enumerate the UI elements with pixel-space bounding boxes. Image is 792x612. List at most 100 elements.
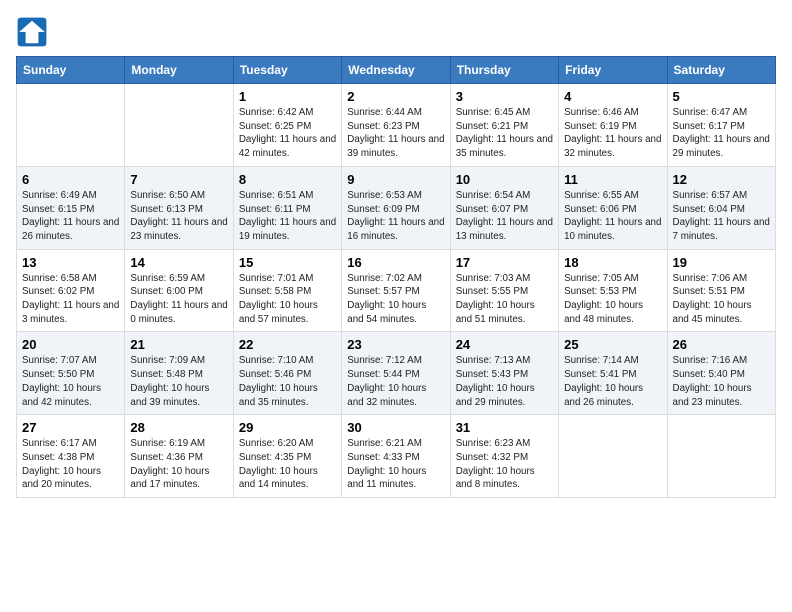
day-info: Sunrise: 6:50 AM Sunset: 6:13 PM Dayligh… <box>130 189 227 244</box>
day-number: 29 <box>239 420 336 435</box>
day-info: Sunrise: 7:09 AM Sunset: 5:48 PM Dayligh… <box>130 354 227 409</box>
day-number: 15 <box>239 255 336 270</box>
day-number: 17 <box>456 255 553 270</box>
weekday-header: Wednesday <box>342 57 450 84</box>
calendar-cell: 21 Sunrise: 7:09 AM Sunset: 5:48 PM Dayli… <box>125 332 233 415</box>
calendar-cell: 12 Sunrise: 6:57 AM Sunset: 6:04 PM Dayli… <box>667 166 775 249</box>
day-number: 16 <box>347 255 444 270</box>
day-number: 2 <box>347 89 444 104</box>
calendar-cell: 15 Sunrise: 7:01 AM Sunset: 5:58 PM Dayli… <box>233 249 341 332</box>
day-number: 24 <box>456 337 553 352</box>
day-number: 23 <box>347 337 444 352</box>
calendar-cell: 18 Sunrise: 7:05 AM Sunset: 5:53 PM Dayli… <box>559 249 667 332</box>
day-number: 10 <box>456 172 553 187</box>
calendar-week-row: 13 Sunrise: 6:58 AM Sunset: 6:02 PM Dayli… <box>17 249 776 332</box>
calendar-cell <box>125 84 233 167</box>
calendar-cell: 4Sunrise: 6:46 AM Sunset: 6:19 PM Daylig… <box>559 84 667 167</box>
day-info: Sunrise: 6:54 AM Sunset: 6:07 PM Dayligh… <box>456 189 553 244</box>
calendar-cell: 1 Sunrise: 6:42 AM Sunset: 6:25 PM Daylig… <box>233 84 341 167</box>
day-number: 4 <box>564 89 661 104</box>
calendar-cell: 11 Sunrise: 6:55 AM Sunset: 6:06 PM Dayli… <box>559 166 667 249</box>
day-info: Sunrise: 7:01 AM Sunset: 5:58 PM Dayligh… <box>239 272 336 327</box>
calendar-header-row: SundayMondayTuesdayWednesdayThursdayFrid… <box>17 57 776 84</box>
weekday-header: Monday <box>125 57 233 84</box>
day-number: 30 <box>347 420 444 435</box>
calendar-cell: 8 Sunrise: 6:51 AM Sunset: 6:11 PM Daylig… <box>233 166 341 249</box>
calendar-week-row: 6 Sunrise: 6:49 AM Sunset: 6:15 PM Daylig… <box>17 166 776 249</box>
calendar-week-row: 27 Sunrise: 6:17 AM Sunset: 4:38 PM Dayli… <box>17 415 776 498</box>
day-info: Sunrise: 6:42 AM Sunset: 6:25 PM Dayligh… <box>239 106 336 161</box>
day-info: Sunrise: 6:45 AM Sunset: 6:21 PM Dayligh… <box>456 106 553 161</box>
day-info: Sunrise: 6:19 AM Sunset: 4:36 PM Dayligh… <box>130 437 227 492</box>
calendar-cell: 5 Sunrise: 6:47 AM Sunset: 6:17 PM Daylig… <box>667 84 775 167</box>
calendar-cell <box>667 415 775 498</box>
weekday-header: Sunday <box>17 57 125 84</box>
day-info: Sunrise: 6:21 AM Sunset: 4:33 PM Dayligh… <box>347 437 444 492</box>
day-number: 18 <box>564 255 661 270</box>
calendar-cell: 28 Sunrise: 6:19 AM Sunset: 4:36 PM Dayli… <box>125 415 233 498</box>
weekday-header: Saturday <box>667 57 775 84</box>
day-number: 19 <box>673 255 770 270</box>
day-info: Sunrise: 6:53 AM Sunset: 6:09 PM Dayligh… <box>347 189 444 244</box>
day-info: Sunrise: 6:17 AM Sunset: 4:38 PM Dayligh… <box>22 437 119 492</box>
day-info: Sunrise: 7:07 AM Sunset: 5:50 PM Dayligh… <box>22 354 119 409</box>
day-number: 3 <box>456 89 553 104</box>
calendar-cell: 19 Sunrise: 7:06 AM Sunset: 5:51 PM Dayli… <box>667 249 775 332</box>
day-number: 6 <box>22 172 119 187</box>
calendar-cell: 17 Sunrise: 7:03 AM Sunset: 5:55 PM Dayli… <box>450 249 558 332</box>
calendar-cell: 27 Sunrise: 6:17 AM Sunset: 4:38 PM Dayli… <box>17 415 125 498</box>
day-info: Sunrise: 7:03 AM Sunset: 5:55 PM Dayligh… <box>456 272 553 327</box>
day-number: 28 <box>130 420 227 435</box>
calendar-cell: 6 Sunrise: 6:49 AM Sunset: 6:15 PM Daylig… <box>17 166 125 249</box>
day-info: Sunrise: 6:49 AM Sunset: 6:15 PM Dayligh… <box>22 189 119 244</box>
day-info: Sunrise: 6:47 AM Sunset: 6:17 PM Dayligh… <box>673 106 770 161</box>
calendar-cell: 29 Sunrise: 6:20 AM Sunset: 4:35 PM Dayli… <box>233 415 341 498</box>
calendar-cell: 3 Sunrise: 6:45 AM Sunset: 6:21 PM Daylig… <box>450 84 558 167</box>
calendar-table: SundayMondayTuesdayWednesdayThursdayFrid… <box>16 56 776 498</box>
calendar-cell: 26 Sunrise: 7:16 AM Sunset: 5:40 PM Dayli… <box>667 332 775 415</box>
calendar-cell <box>559 415 667 498</box>
calendar-cell: 9Sunrise: 6:53 AM Sunset: 6:09 PM Daylig… <box>342 166 450 249</box>
calendar-cell: 31Sunrise: 6:23 AM Sunset: 4:32 PM Dayli… <box>450 415 558 498</box>
day-number: 26 <box>673 337 770 352</box>
calendar-cell: 13 Sunrise: 6:58 AM Sunset: 6:02 PM Dayli… <box>17 249 125 332</box>
day-info: Sunrise: 7:14 AM Sunset: 5:41 PM Dayligh… <box>564 354 661 409</box>
day-info: Sunrise: 7:16 AM Sunset: 5:40 PM Dayligh… <box>673 354 770 409</box>
calendar-cell: 30 Sunrise: 6:21 AM Sunset: 4:33 PM Dayli… <box>342 415 450 498</box>
day-info: Sunrise: 6:44 AM Sunset: 6:23 PM Dayligh… <box>347 106 444 161</box>
day-number: 21 <box>130 337 227 352</box>
day-info: Sunrise: 6:59 AM Sunset: 6:00 PM Dayligh… <box>130 272 227 327</box>
day-number: 8 <box>239 172 336 187</box>
day-info: Sunrise: 6:58 AM Sunset: 6:02 PM Dayligh… <box>22 272 119 327</box>
calendar-cell: 25Sunrise: 7:14 AM Sunset: 5:41 PM Dayli… <box>559 332 667 415</box>
day-info: Sunrise: 6:57 AM Sunset: 6:04 PM Dayligh… <box>673 189 770 244</box>
calendar-week-row: 20 Sunrise: 7:07 AM Sunset: 5:50 PM Dayli… <box>17 332 776 415</box>
day-info: Sunrise: 6:20 AM Sunset: 4:35 PM Dayligh… <box>239 437 336 492</box>
day-info: Sunrise: 7:05 AM Sunset: 5:53 PM Dayligh… <box>564 272 661 327</box>
day-info: Sunrise: 7:10 AM Sunset: 5:46 PM Dayligh… <box>239 354 336 409</box>
day-number: 11 <box>564 172 661 187</box>
calendar-cell: 16Sunrise: 7:02 AM Sunset: 5:57 PM Dayli… <box>342 249 450 332</box>
weekday-header: Tuesday <box>233 57 341 84</box>
day-number: 20 <box>22 337 119 352</box>
day-number: 27 <box>22 420 119 435</box>
day-info: Sunrise: 7:06 AM Sunset: 5:51 PM Dayligh… <box>673 272 770 327</box>
day-number: 5 <box>673 89 770 104</box>
day-number: 12 <box>673 172 770 187</box>
day-number: 7 <box>130 172 227 187</box>
calendar-cell: 7 Sunrise: 6:50 AM Sunset: 6:13 PM Daylig… <box>125 166 233 249</box>
day-number: 31 <box>456 420 553 435</box>
day-number: 1 <box>239 89 336 104</box>
day-info: Sunrise: 7:13 AM Sunset: 5:43 PM Dayligh… <box>456 354 553 409</box>
calendar-week-row: 1 Sunrise: 6:42 AM Sunset: 6:25 PM Daylig… <box>17 84 776 167</box>
day-info: Sunrise: 6:55 AM Sunset: 6:06 PM Dayligh… <box>564 189 661 244</box>
day-number: 13 <box>22 255 119 270</box>
calendar-cell: 20 Sunrise: 7:07 AM Sunset: 5:50 PM Dayli… <box>17 332 125 415</box>
calendar-cell: 14Sunrise: 6:59 AM Sunset: 6:00 PM Dayli… <box>125 249 233 332</box>
calendar-cell: 22Sunrise: 7:10 AM Sunset: 5:46 PM Dayli… <box>233 332 341 415</box>
calendar-cell: 2 Sunrise: 6:44 AM Sunset: 6:23 PM Daylig… <box>342 84 450 167</box>
calendar-cell: 23Sunrise: 7:12 AM Sunset: 5:44 PM Dayli… <box>342 332 450 415</box>
calendar-cell <box>17 84 125 167</box>
page-header <box>16 16 776 48</box>
day-info: Sunrise: 6:51 AM Sunset: 6:11 PM Dayligh… <box>239 189 336 244</box>
